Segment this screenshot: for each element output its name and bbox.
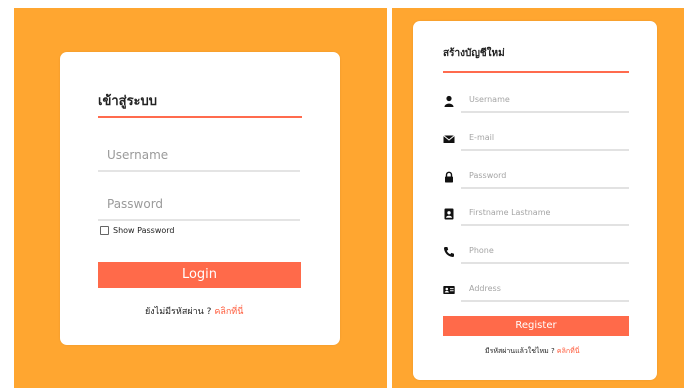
register-footer-text: มีรหัสผ่านแล้วใช่ไหม ? bbox=[485, 347, 557, 355]
register-password-placeholder: Password bbox=[469, 171, 507, 180]
register-title-underline bbox=[443, 71, 629, 73]
register-password-field[interactable]: Password bbox=[443, 167, 629, 189]
register-username-field[interactable]: Username bbox=[443, 91, 629, 113]
register-address-field[interactable]: Address bbox=[443, 280, 629, 302]
register-button[interactable]: Register bbox=[443, 316, 629, 336]
register-username-placeholder: Username bbox=[469, 95, 510, 104]
login-password-placeholder: Password bbox=[107, 197, 164, 211]
register-fullname-placeholder: Firstname Lastname bbox=[469, 208, 551, 217]
envelope-icon bbox=[443, 135, 455, 143]
show-password-checkbox[interactable] bbox=[100, 226, 109, 235]
register-email-underline bbox=[461, 149, 629, 151]
register-login-link[interactable]: คลิกที่นี่ bbox=[557, 347, 580, 355]
login-register-link[interactable]: คลิกที่นี่ bbox=[214, 307, 243, 317]
login-title-underline bbox=[98, 116, 302, 118]
register-footer: มีรหัสผ่านแล้วใช่ไหม ? คลิกที่นี่ bbox=[485, 346, 580, 357]
phone-icon bbox=[444, 247, 454, 257]
login-footer: ยังไม่มีรหัสผ่าน ? คลิกที่นี่ bbox=[145, 304, 243, 318]
register-phone-field[interactable]: Phone bbox=[443, 242, 629, 264]
lock-icon bbox=[445, 171, 453, 183]
register-card: สร้างบัญชีใหม่ Username E-mail Password bbox=[413, 21, 657, 380]
login-button[interactable]: Login bbox=[98, 262, 301, 288]
register-title: สร้างบัญชีใหม่ bbox=[443, 48, 505, 59]
register-address-underline bbox=[461, 300, 629, 302]
register-fullname-field[interactable]: Firstname Lastname bbox=[443, 204, 629, 226]
register-email-field[interactable]: E-mail bbox=[443, 129, 629, 151]
login-username-field[interactable]: Username bbox=[98, 146, 300, 172]
login-password-field[interactable]: Password bbox=[98, 195, 300, 221]
show-password-toggle[interactable]: Show Password bbox=[100, 226, 175, 235]
register-password-underline bbox=[461, 187, 629, 189]
register-address-placeholder: Address bbox=[469, 284, 501, 293]
register-phone-placeholder: Phone bbox=[469, 246, 494, 255]
user-icon bbox=[444, 95, 454, 107]
login-username-placeholder: Username bbox=[107, 148, 169, 162]
address-card-icon bbox=[443, 286, 455, 294]
register-email-placeholder: E-mail bbox=[469, 133, 495, 142]
login-title: เข้าสู่ระบบ bbox=[98, 94, 158, 109]
contact-card-icon bbox=[444, 208, 454, 220]
show-password-label: Show Password bbox=[113, 226, 175, 235]
register-username-underline bbox=[461, 111, 629, 113]
login-card: เข้าสู่ระบบ Username Password Show Passw… bbox=[60, 52, 340, 345]
register-phone-underline bbox=[461, 262, 629, 264]
register-fullname-underline bbox=[461, 224, 629, 226]
login-footer-text: ยังไม่มีรหัสผ่าน ? bbox=[145, 307, 215, 317]
